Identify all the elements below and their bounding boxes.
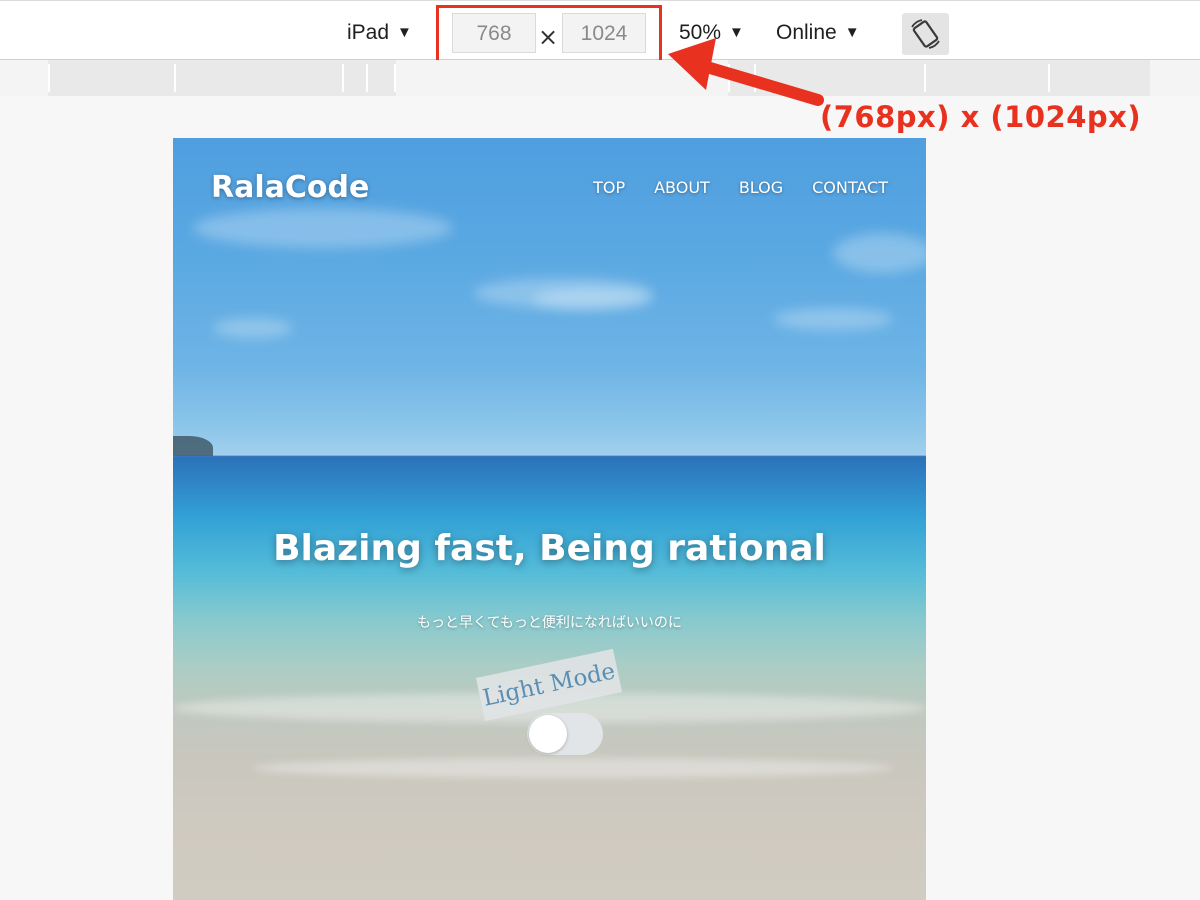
ipad-viewport: RalaCode TOP ABOUT BLOG CONTACT Blazing … xyxy=(173,138,926,900)
network-label: Online xyxy=(776,21,837,44)
dimension-annotation: (768px) x (1024px) xyxy=(820,100,1142,134)
chevron-down-icon: ▼ xyxy=(844,24,860,41)
site-logo[interactable]: RalaCode xyxy=(211,170,369,205)
device-select[interactable]: iPad ▼ xyxy=(347,21,412,45)
toggle-knob xyxy=(529,715,567,753)
rotate-button[interactable] xyxy=(902,13,949,55)
zoom-label: 50% xyxy=(679,21,722,44)
nav-link-blog[interactable]: BLOG xyxy=(739,178,783,197)
nav-link-contact[interactable]: CONTACT xyxy=(812,178,888,197)
dimension-highlight-box xyxy=(436,5,662,63)
network-select[interactable]: Online ▼ xyxy=(776,21,860,45)
theme-toggle[interactable] xyxy=(527,713,603,755)
hero-title: Blazing fast, Being rational xyxy=(273,528,826,569)
device-label: iPad xyxy=(347,21,390,44)
rotate-icon xyxy=(911,19,940,49)
nav-link-about[interactable]: ABOUT xyxy=(654,178,710,197)
island-shape xyxy=(173,436,213,456)
nav-link-top[interactable]: TOP xyxy=(593,178,625,197)
hero-subtitle: もっと早くてもっと便利になればいいのに xyxy=(417,615,682,631)
chevron-down-icon: ▼ xyxy=(729,24,744,41)
media-query-bar[interactable] xyxy=(0,60,1200,96)
chevron-down-icon: ▼ xyxy=(397,24,412,41)
site-nav: TOP ABOUT BLOG CONTACT xyxy=(593,178,888,197)
devtools-device-emulation: iPad ▼ 768 × 1024 50% ▼ Online ▼ RalaCod… xyxy=(0,0,1200,900)
zoom-select[interactable]: 50% ▼ xyxy=(679,21,744,45)
